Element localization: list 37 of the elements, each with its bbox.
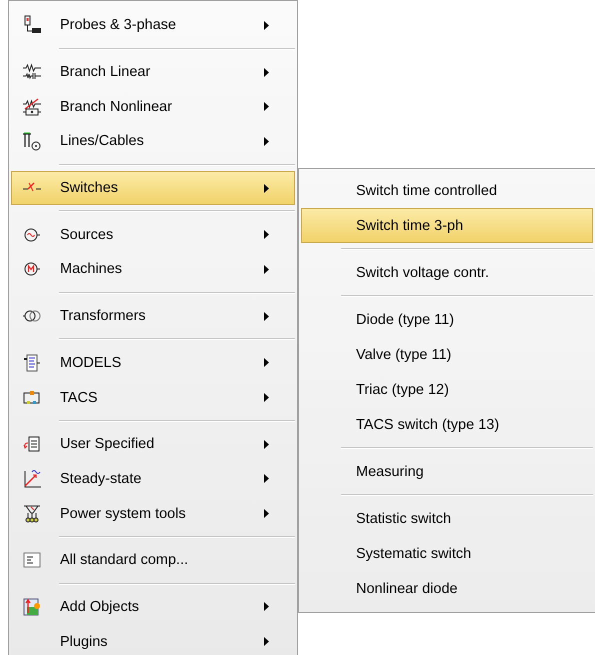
menu-item[interactable]: TACS (11, 380, 295, 415)
menu-item[interactable]: Valve (type 11) (301, 337, 593, 372)
menu-item[interactable]: Add Objects (11, 590, 295, 624)
menu-item[interactable]: All standard comp... (11, 542, 295, 578)
nonlinear-branch-icon (22, 96, 42, 117)
list-document-icon (22, 352, 42, 373)
menu-item[interactable]: Switches (11, 170, 295, 206)
menu-item[interactable]: Nonlinear diode (301, 571, 593, 606)
menu-item[interactable]: Branch Linear (11, 54, 295, 90)
form-icon (22, 550, 42, 570)
network-icon (22, 504, 42, 524)
menu-item[interactable]: Statistic switch (301, 501, 593, 536)
transmission-line-icon (22, 131, 42, 152)
menu-item[interactable]: Systematic switch (301, 536, 593, 571)
document-icon (22, 434, 42, 454)
menu-item[interactable]: Switch voltage contr. (301, 255, 593, 290)
image-document-icon (22, 596, 42, 617)
menu-item[interactable]: MODELS (11, 345, 295, 380)
menu-item[interactable]: Machines (11, 252, 295, 287)
menu-item[interactable]: Switch time 3-ph (301, 208, 593, 243)
menu-item[interactable]: Switch time controlled (301, 173, 593, 208)
menu-item[interactable]: Plugins (11, 624, 295, 655)
menu-item[interactable]: Diode (type 11) (301, 302, 593, 337)
menu-item[interactable]: Power system tools (11, 496, 295, 531)
menu-item[interactable]: Measuring (301, 454, 593, 489)
menu-item[interactable]: TACS switch (type 13) (301, 407, 593, 442)
menu-item[interactable]: Sources (11, 217, 295, 252)
menu-item[interactable]: Transformers (11, 298, 295, 334)
chart-arrow-icon (22, 468, 42, 489)
menu-item[interactable]: Lines/Cables (11, 124, 295, 159)
resistor-capacitor-icon (22, 62, 42, 82)
menu-item[interactable]: User Specified (11, 426, 295, 462)
menu-item[interactable]: Triac (type 12) (301, 372, 593, 407)
menu-item[interactable]: Steady-state (11, 462, 295, 496)
menu-item[interactable]: Probes & 3-phase (11, 8, 295, 43)
probe-icon (22, 15, 42, 36)
menu-item[interactable]: Branch Nonlinear (11, 89, 295, 124)
